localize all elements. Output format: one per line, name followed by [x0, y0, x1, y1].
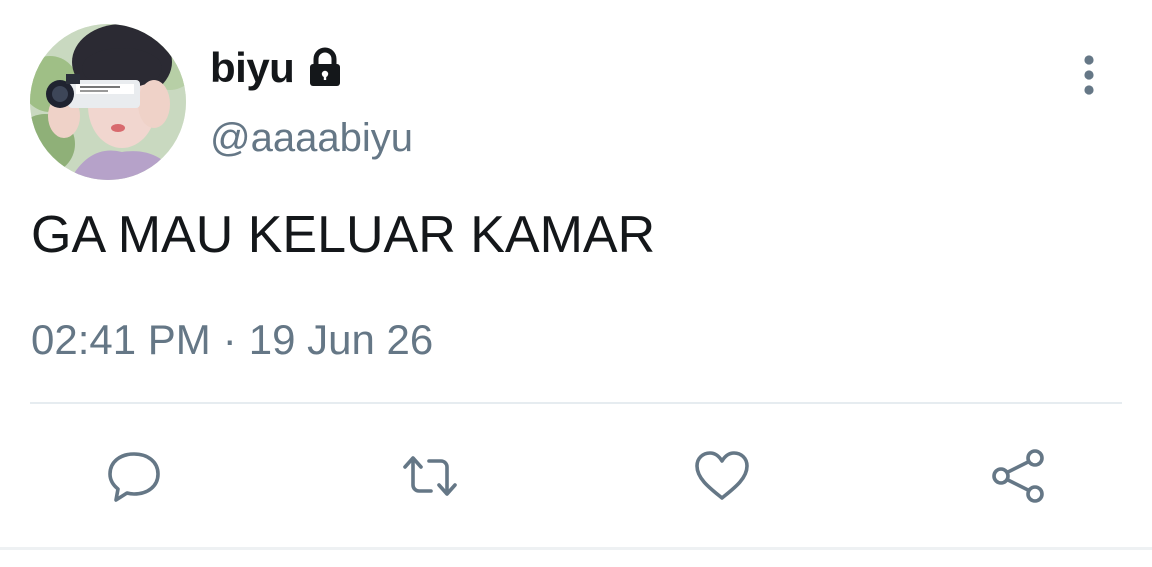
timestamp-row: 02:41 PM · 19 Jun 26 [31, 316, 433, 364]
bottom-border [0, 547, 1152, 550]
display-name[interactable]: biyu [210, 44, 295, 92]
reply-button[interactable] [98, 440, 170, 512]
divider [30, 402, 1122, 404]
tweet-time[interactable]: 02:41 PM [31, 316, 211, 363]
retweet-button[interactable] [394, 440, 466, 512]
more-vertical-icon [1084, 55, 1094, 95]
retweet-icon [403, 456, 457, 496]
handle[interactable]: @aaaabiyu [210, 116, 413, 161]
meta-separator: · [222, 316, 237, 363]
display-name-row: biyu [210, 40, 348, 96]
tweet-date[interactable]: 19 Jun 26 [249, 316, 434, 363]
heart-icon [695, 451, 749, 500]
share-icon [992, 449, 1044, 503]
avatar[interactable] [30, 24, 186, 180]
avatar-image [30, 24, 186, 180]
tweet-text: GA MAU KELUAR KAMAR [31, 206, 656, 264]
share-button[interactable] [982, 440, 1054, 512]
reply-icon [108, 452, 160, 502]
like-button[interactable] [686, 440, 758, 512]
lock-icon [302, 45, 348, 91]
more-button[interactable] [1068, 52, 1110, 98]
